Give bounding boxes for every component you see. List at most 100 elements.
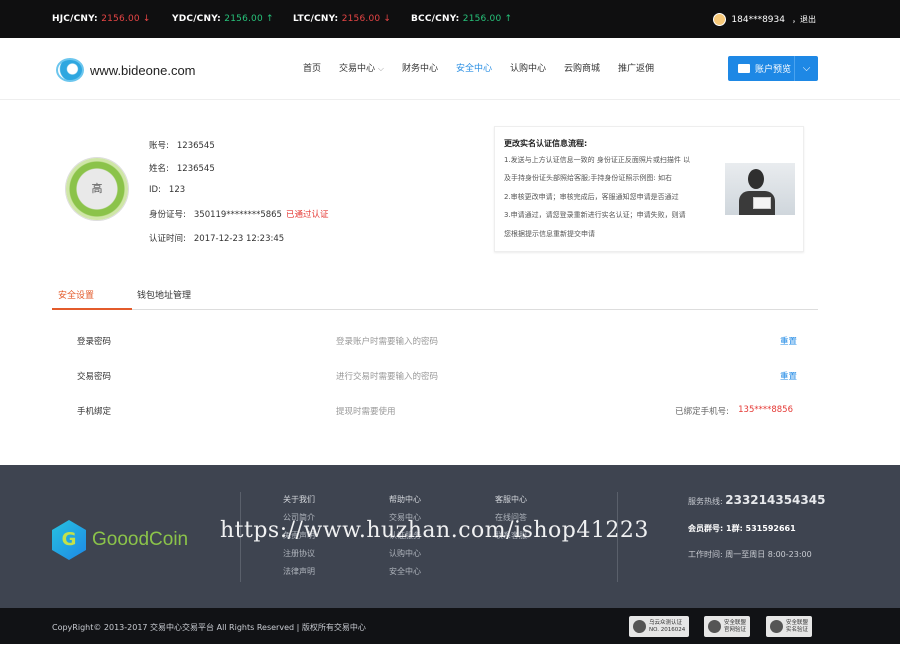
notice-line: 3.申请通过，请您登录重新进行实名认证；申请失败，则请	[504, 211, 686, 219]
info-value: 123	[168, 185, 186, 195]
security-level-text: 高	[91, 182, 103, 195]
info-value: 1236545	[176, 164, 215, 174]
cert-time-row: 认证时间: 2017-12-23 12:23:45	[149, 232, 284, 244]
member-group: 会员群号: 1群: 531592661	[688, 523, 796, 534]
ticker-value: 2156.00 ↑	[224, 14, 274, 24]
wallet-icon	[738, 64, 750, 73]
ticker-ydc: YDC/CNY: 2156.00 ↑	[172, 14, 274, 24]
footer-link[interactable]: 关于我们	[283, 493, 315, 511]
info-label: 身份证号:	[149, 210, 186, 220]
footer-brand: GooodCoin	[92, 529, 189, 550]
cert-line: 安全联盟	[786, 619, 809, 626]
id-photo-example	[725, 163, 795, 215]
nav-trade[interactable]: 交易中心 ⌵	[339, 61, 384, 74]
account-preview-button[interactable]: 账户预览 ⌵	[728, 56, 818, 81]
chevron-down-icon: ⌵	[377, 64, 384, 73]
notice-line: 1.发送与上方认证信息一致的 身份证正反面照片或扫描件 以	[504, 156, 691, 164]
logo-text: www.bideone.com	[90, 62, 196, 78]
nav-trade-label: 交易中心	[339, 64, 376, 74]
name-row: 姓名: 1236545	[149, 162, 215, 174]
reset-login-password-button[interactable]: 重置	[780, 335, 797, 347]
goood-coin-logo-icon	[52, 520, 86, 560]
active-tab-indicator	[52, 308, 132, 310]
ticker-bar: HJC/CNY: 2156.00 ↓ YDC/CNY: 2156.00 ↑ LT…	[0, 0, 900, 38]
ticker-pair: BCC/CNY:	[411, 14, 460, 24]
phone-label: 已绑定手机号:	[675, 407, 729, 417]
info-value: 2017-12-23 12:23:45	[193, 234, 285, 244]
bound-phone: 135****8856	[738, 405, 793, 415]
footer-link[interactable]: 认购中心	[389, 547, 421, 565]
ticker-bcc: BCC/CNY: 2156.00 ↑	[411, 14, 512, 24]
cert-badge[interactable]: 乌云众测认证 NO. 2016024	[629, 616, 690, 637]
row-title: 手机绑定	[77, 407, 112, 417]
footer-logo[interactable]: GooodCoin	[52, 520, 188, 560]
account-row: 账号: 1236545	[149, 139, 215, 151]
site-logo[interactable]: www.bideone.com	[56, 58, 196, 82]
info-label: 认证时间:	[149, 234, 186, 244]
ticker-hjc: HJC/CNY: 2156.00 ↓	[52, 14, 151, 24]
notice-title: 更改实名认证信息流程:	[504, 139, 588, 148]
hotline-number: 233214354345	[725, 493, 826, 507]
cert-line: NO. 2016024	[649, 626, 686, 633]
user-name[interactable]: 184***8934	[731, 15, 785, 25]
ticker-value: 2156.00 ↑	[462, 14, 513, 24]
copyright-text: CopyRight© 2013-2017 交易中心交易平台 All Rights…	[52, 623, 366, 632]
shield-icon	[708, 620, 721, 633]
nav-home[interactable]: 首页	[303, 61, 321, 74]
ticker-pair: YDC/CNY:	[172, 14, 221, 24]
footer-link[interactable]: 法律声明	[283, 565, 315, 583]
nav-mall[interactable]: 云购商城	[564, 61, 600, 74]
tab-wallet-address[interactable]: 钱包地址管理	[137, 288, 191, 301]
site-header: www.bideone.com 首页 交易中心 ⌵ 财务中心 安全中心 认购中心…	[0, 38, 900, 100]
avatar	[713, 13, 727, 26]
nav-referral[interactable]: 推广返佣	[618, 61, 654, 74]
row-desc: 进行交易时需要输入的密码	[336, 372, 439, 382]
reset-trade-password-button[interactable]: 重置	[780, 370, 797, 382]
ticker-pair: LTC/CNY:	[293, 14, 339, 24]
work-hours-value: 周一至周日 8:00-23:00	[725, 550, 812, 559]
ticker-value: 2156.00 ↓	[341, 14, 392, 24]
qq-label: 会员群号:	[688, 524, 724, 533]
work-label: 工作时间:	[688, 550, 723, 559]
chevron-down-icon[interactable]: ⌵	[794, 56, 818, 81]
info-value: 350119********5865	[193, 210, 282, 220]
idcard-row: 身份证号: 350119********5865 已通过认证	[149, 208, 328, 220]
cert-badge[interactable]: 安全联盟 实名验证	[766, 616, 813, 637]
nav-subscribe[interactable]: 认购中心	[510, 61, 546, 74]
cert-line: 官网验证	[724, 626, 747, 633]
watermark-text: https://www.huzhan.com/ishop41223	[220, 518, 649, 543]
row-title: 登录密码	[77, 337, 112, 347]
notice-line: 及手持身份证头部照给客服;手持身份证照示例图: 如右	[504, 174, 672, 182]
cert-icon	[633, 620, 646, 633]
verification-notice: 更改实名认证信息流程: 1.发送与上方认证信息一致的 身份证正反面照片或扫描件 …	[494, 126, 804, 252]
qq-group: 1群: 531592661	[726, 524, 796, 533]
cert-line: 安全联盟	[724, 619, 747, 626]
hotline-label: 服务热线:	[688, 497, 723, 506]
ticker-pair: HJC/CNY:	[52, 14, 98, 24]
footer-link[interactable]: 客服中心	[495, 493, 527, 511]
ticker-value: 2156.00 ↓	[101, 14, 151, 24]
notice-line: 您根据提示信息重新提交申请	[504, 230, 595, 238]
cert-line: 乌云众测认证	[649, 619, 683, 626]
logo-icon	[56, 58, 84, 82]
cert-line: 实名验证	[786, 626, 809, 633]
main-nav: 首页 交易中心 ⌵ 财务中心 安全中心 认购中心 云购商城 推广返佣	[303, 61, 672, 74]
notice-line: 2.审核更改申请；审核完成后，客服通知您申请是否通过	[504, 193, 679, 201]
service-hotline: 服务热线: 233214354345	[688, 493, 825, 507]
nav-security[interactable]: 安全中心	[456, 61, 492, 74]
footer-link[interactable]: 注册协议	[283, 547, 315, 565]
cert-badge[interactable]: 安全联盟 官网验证	[704, 616, 751, 637]
tab-security-settings[interactable]: 安全设置	[58, 288, 94, 301]
security-level-badge: 高	[66, 158, 128, 220]
info-label: 账号:	[149, 141, 169, 151]
row-title: 交易密码	[77, 372, 112, 382]
ticker-ltc: LTC/CNY: 2156.00 ↓	[293, 14, 391, 24]
logout-link[interactable]: ，退出	[792, 14, 816, 25]
nav-finance[interactable]: 财务中心	[402, 61, 438, 74]
user-menu[interactable]: 184***8934 ，退出	[713, 13, 816, 26]
settings-tabs: 安全设置 钱包地址管理	[52, 280, 818, 310]
footer-link[interactable]: 帮助中心	[389, 493, 421, 511]
row-desc: 提现时需要使用	[336, 407, 396, 417]
footer-link[interactable]: 安全中心	[389, 565, 421, 583]
id-row: ID: 123	[149, 185, 185, 195]
